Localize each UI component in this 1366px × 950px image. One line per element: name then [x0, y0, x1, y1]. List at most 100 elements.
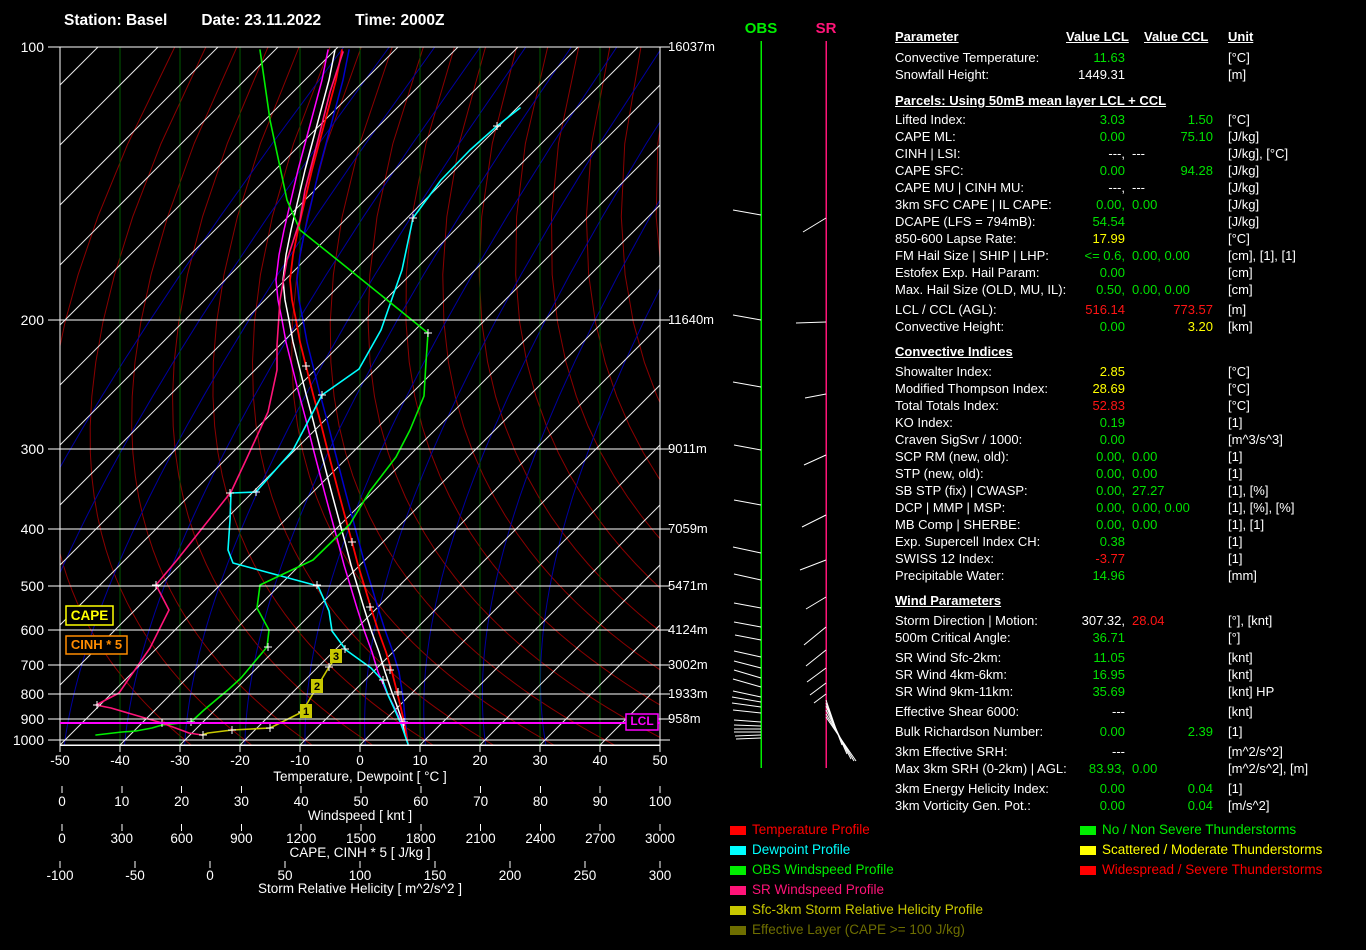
table-row: CAPE ML: 0.00 75.10 [J/kg]: [0, 129, 1366, 146]
value-lcl: 0.00: [1099, 265, 1125, 280]
value-lcl: 0.50,: [1096, 282, 1125, 297]
unit-label: [°C]: [1228, 50, 1250, 65]
unit-label: [knt] HP: [1228, 684, 1275, 699]
table-row: Storm Direction | Motion: 307.32, 28.04 [°]…: [0, 613, 1366, 630]
param-label: SWISS 12 Index:: [895, 551, 994, 566]
value-lcl: 16.95: [1092, 667, 1125, 682]
value-lcl-extra: 0.00, 0.00: [1132, 500, 1190, 515]
param-label: Max 3km SRH (0-2km) | AGL:: [895, 761, 1067, 776]
value-lcl: 0.00,: [1096, 483, 1125, 498]
param-label: KO Index:: [895, 415, 953, 430]
table-row: Effective Shear 6000: --- [knt]: [0, 704, 1366, 721]
table-row: Lifted Index: 3.03 1.50 [°C]: [0, 112, 1366, 129]
value-lcl: ---,: [1108, 180, 1125, 195]
value-lcl: 1449.31: [1078, 67, 1125, 82]
param-label: SB STP (fix) | CWASP:: [895, 483, 1028, 498]
table-row: MB Comp | SHERBE: 0.00, 0.00 [1], [1]: [0, 517, 1366, 534]
table-section-header: Parcels: Using 50mB mean layer LCL + CCL: [895, 93, 1167, 108]
table-row: SR Wind 4km-6km: 16.95 [knt]: [0, 667, 1366, 684]
value-lcl: <= 0.6,: [1084, 248, 1125, 263]
value-lcl: 0.00,: [1096, 449, 1125, 464]
legend-swatch-icon: [730, 846, 746, 855]
table-row: SR Wind 9km-11km: 35.69 [knt] HP: [0, 684, 1366, 701]
value-lcl: 0.00: [1099, 781, 1125, 796]
legend-swatch-icon: [1080, 826, 1096, 835]
legend-label: Effective Layer (CAPE >= 100 J/kg): [752, 922, 965, 937]
value-lcl-extra: ---: [1132, 180, 1145, 195]
value-lcl-extra: ---: [1132, 146, 1145, 161]
param-label: Total Totals Index:: [895, 398, 999, 413]
table-row: Snowfall Height: 1449.31 [m]: [0, 67, 1366, 84]
value-lcl-extra: 0.00, 0.00: [1132, 282, 1190, 297]
parameter-table: Parameter Value LCL Value CCL Unit Conve…: [0, 0, 1366, 950]
unit-label: [°C]: [1228, 381, 1250, 396]
param-label: 3km Vorticity Gen. Pot.:: [895, 798, 1031, 813]
table-row: STP (new, old): 0.00, 0.00 [1]: [0, 466, 1366, 483]
table-row: Showalter Index: 2.85 [°C]: [0, 364, 1366, 381]
table-row: KO Index: 0.19 [1]: [0, 415, 1366, 432]
value-lcl: 36.71: [1092, 630, 1125, 645]
legend-label: Scattered / Moderate Thunderstorms: [1102, 842, 1323, 857]
param-label: Lifted Index:: [895, 112, 966, 127]
legend-label: Dewpoint Profile: [752, 842, 851, 857]
legend-label: SR Windspeed Profile: [752, 882, 885, 897]
value-lcl-extra: 28.04: [1132, 613, 1165, 628]
param-label: 3km SFC CAPE | IL CAPE:: [895, 197, 1052, 212]
table-row: Total Totals Index: 52.83 [°C]: [0, 398, 1366, 415]
legend-swatch-icon: [730, 906, 746, 915]
value-lcl: 0.00,: [1096, 500, 1125, 515]
param-label: Storm Direction | Motion:: [895, 613, 1038, 628]
table-row: Max. Hail Size (OLD, MU, IL): 0.50, 0.00, …: [0, 282, 1366, 299]
value-lcl: 0.00: [1099, 163, 1125, 178]
param-label: SR Wind 9km-11km:: [895, 684, 1014, 699]
value-lcl: 11.05: [1093, 650, 1125, 665]
value-ccl: 1.50: [1187, 112, 1213, 127]
value-ccl: 94.28: [1180, 163, 1213, 178]
unit-label: [°C]: [1228, 398, 1250, 413]
unit-label: [1]: [1228, 534, 1243, 549]
value-lcl-extra: 0.00: [1132, 197, 1158, 212]
unit-label: [°C]: [1228, 364, 1250, 379]
unit-label: [°C]: [1228, 231, 1250, 246]
param-label: MB Comp | SHERBE:: [895, 517, 1021, 532]
value-lcl: 11.63: [1093, 50, 1125, 65]
legend-swatch-icon: [1080, 866, 1096, 875]
legend-label: Widespread / Severe Thunderstorms: [1102, 862, 1323, 877]
unit-label: [m^3/s^3]: [1228, 432, 1283, 447]
value-lcl: 54.54: [1092, 214, 1125, 229]
value-lcl: 0.00,: [1096, 466, 1125, 481]
value-lcl-extra: 0.00, 0.00: [1132, 248, 1190, 263]
value-lcl: 0.00: [1099, 129, 1125, 144]
unit-label: [cm], [1], [1]: [1228, 248, 1296, 263]
value-lcl: 83.93,: [1088, 761, 1125, 776]
legend-swatch-icon: [730, 866, 746, 875]
table-row: SCP RM (new, old): 0.00, 0.00 [1]: [0, 449, 1366, 466]
unit-label: [1]: [1228, 724, 1243, 739]
legend-swatch-icon: [730, 826, 746, 835]
param-label: CAPE MU | CINH MU:: [895, 180, 1025, 195]
param-label: FM Hail Size | SHIP | LHP:: [895, 248, 1049, 263]
col-header-value-lcl: Value LCL: [1066, 29, 1129, 44]
value-lcl: 0.38: [1099, 534, 1125, 549]
value-lcl: 2.85: [1099, 364, 1125, 379]
unit-label: [1], [%]: [1228, 483, 1269, 498]
value-lcl: 0.00: [1099, 432, 1125, 447]
value-ccl: 0.04: [1187, 798, 1213, 813]
value-lcl: 0.00: [1099, 798, 1125, 813]
unit-label: [1]: [1228, 551, 1243, 566]
value-ccl: 3.20: [1187, 319, 1213, 334]
unit-label: [1], [%], [%]: [1228, 500, 1295, 515]
legend-label: OBS Windspeed Profile: [752, 862, 894, 877]
table-row: Estofex Exp. Hail Param: 0.00 [cm]: [0, 265, 1366, 282]
table-row: FM Hail Size | SHIP | LHP: <= 0.6, 0.00, 0…: [0, 248, 1366, 265]
unit-label: [knt]: [1228, 667, 1253, 682]
value-lcl: 17.99: [1092, 231, 1125, 246]
table-row: Max 3km SRH (0-2km) | AGL: 83.93, 0.00 [m^2…: [0, 761, 1366, 778]
param-label: SR Wind 4km-6km:: [895, 667, 1007, 682]
table-row: SWISS 12 Index: -3.77 [1]: [0, 551, 1366, 568]
table-row: Bulk Richardson Number: 0.00 2.39 [1]: [0, 724, 1366, 741]
unit-label: [1], [1]: [1228, 517, 1265, 532]
table-row: CAPE SFC: 0.00 94.28 [J/kg]: [0, 163, 1366, 180]
table-row: SB STP (fix) | CWASP: 0.00, 27.27 [1], [%]: [0, 483, 1366, 500]
unit-label: [knt]: [1228, 704, 1253, 719]
